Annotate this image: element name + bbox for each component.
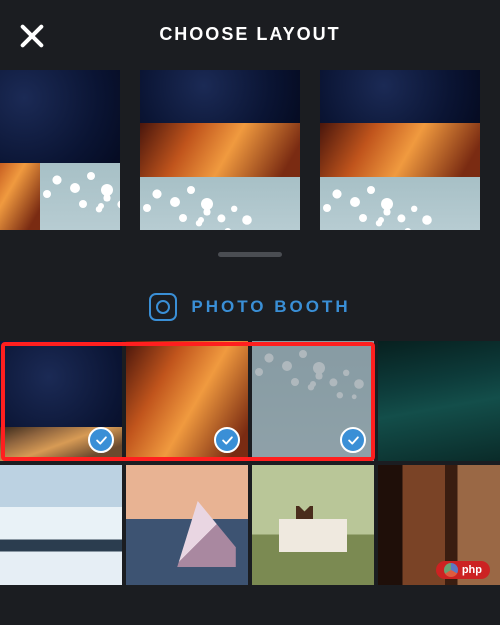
php-logo-icon [444, 563, 458, 577]
photo-thumb-7[interactable] [252, 465, 374, 585]
watermark-text: php [462, 564, 482, 576]
checkmark-icon [214, 427, 240, 453]
photo-thumb-3[interactable] [252, 341, 374, 461]
photo-thumb-1[interactable] [0, 341, 122, 461]
checkmark-icon [88, 427, 114, 453]
photo-thumb-8[interactable]: php [378, 465, 500, 585]
header-title: CHOOSE LAYOUT [0, 24, 500, 45]
layout-option-a[interactable] [0, 70, 120, 230]
photo-grid-wrap: php [0, 341, 500, 585]
camera-icon [149, 293, 177, 321]
header: CHOOSE LAYOUT [0, 0, 500, 60]
photo-booth-button[interactable]: PHOTO BOOTH [0, 293, 500, 321]
photo-booth-label: PHOTO BOOTH [191, 297, 350, 317]
photo-grid: php [0, 341, 500, 585]
layout-option-c[interactable] [320, 70, 480, 230]
carousel-scroll-indicator [218, 252, 282, 257]
checkmark-icon [340, 427, 366, 453]
layout-option-b[interactable] [140, 70, 300, 230]
photo-thumb-5[interactable] [0, 465, 122, 585]
photo-thumb-6[interactable] [126, 465, 248, 585]
watermark-badge: php [436, 561, 490, 579]
photo-thumb-4[interactable] [378, 341, 500, 461]
photo-thumb-2[interactable] [126, 341, 248, 461]
layout-carousel[interactable] [0, 70, 500, 236]
